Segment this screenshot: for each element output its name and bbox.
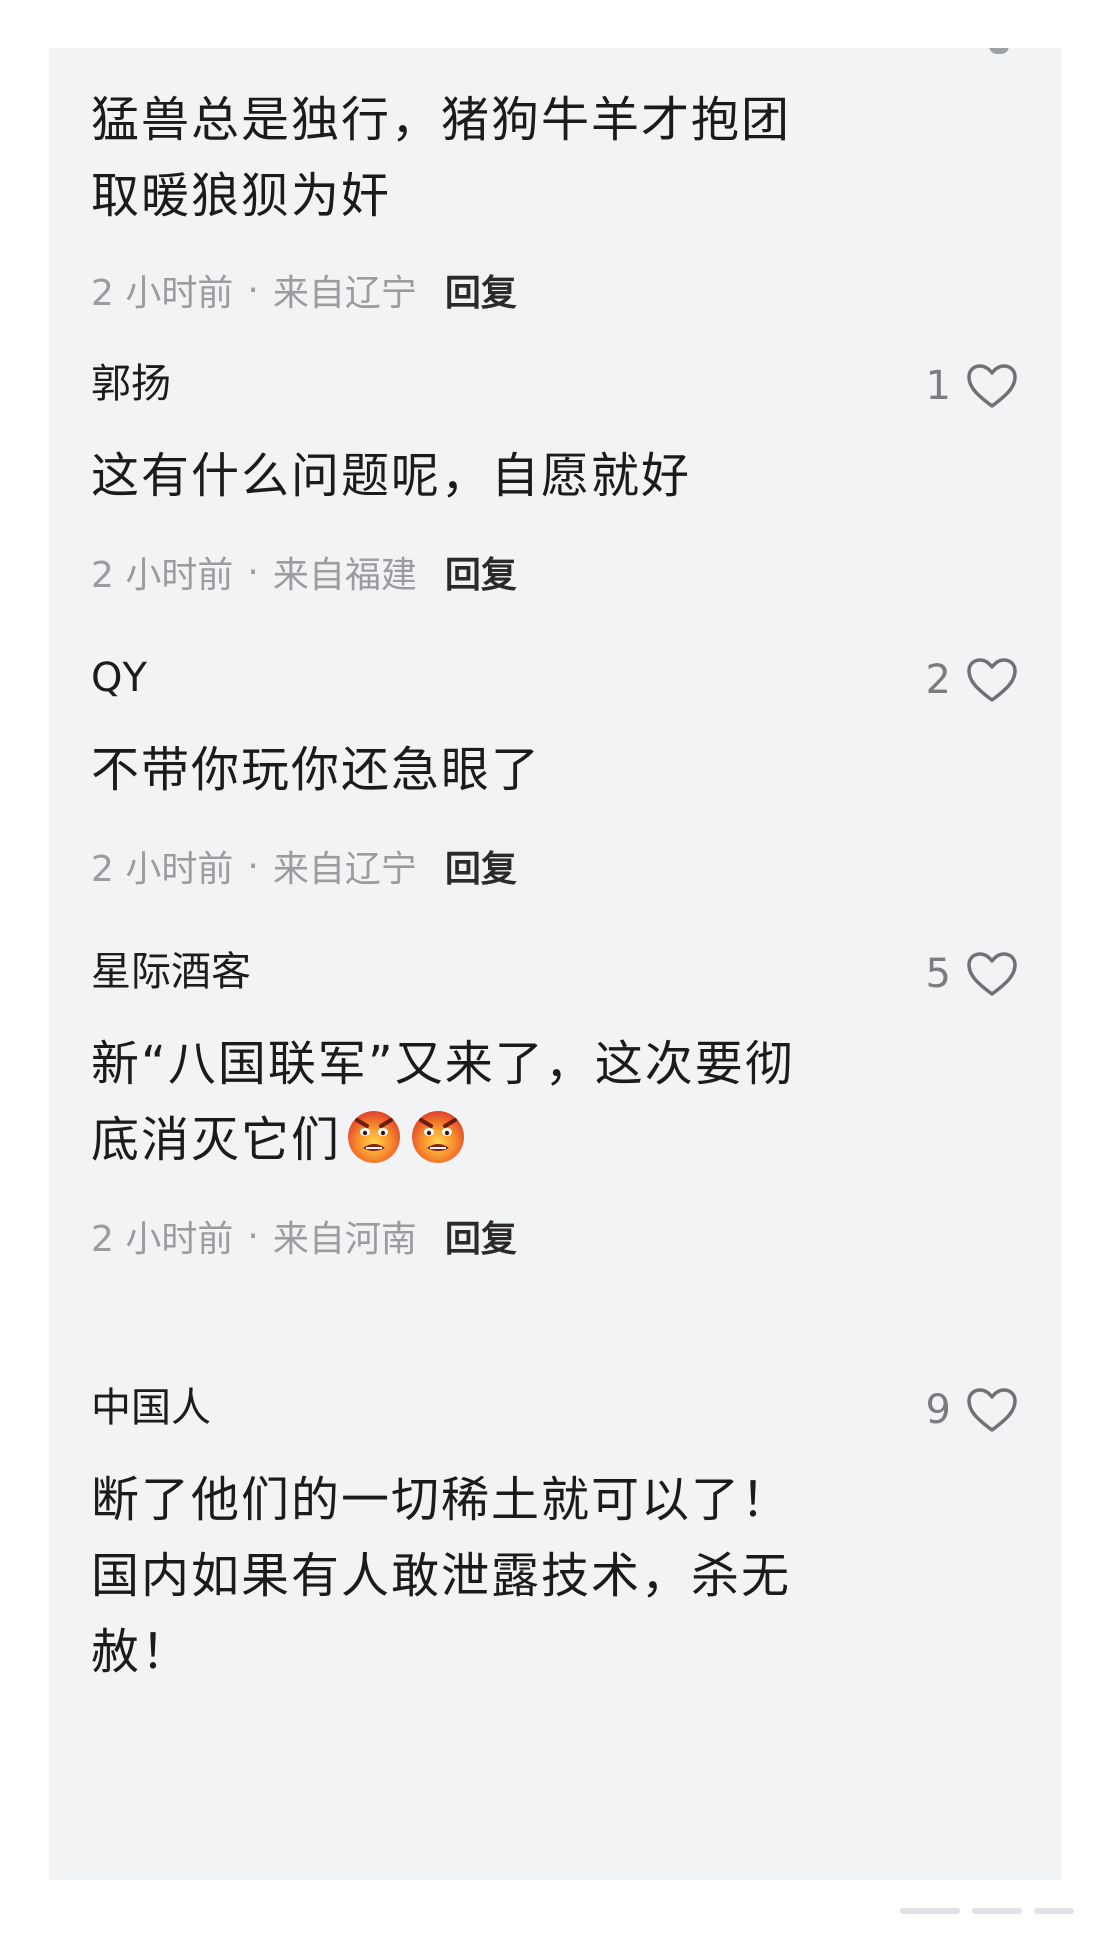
comment-time: 2 小时前 — [91, 849, 234, 890]
heart-icon[interactable] — [965, 656, 1019, 704]
meta-separator: · — [247, 1215, 259, 1257]
like-count: 2 — [925, 657, 951, 703]
comment-item: 猛兽总是独行，猪狗牛羊才抱团取暖狼狈为奸 2 小时前 · 来自辽宁 回复 — [91, 82, 1019, 316]
comment-meta: 2 小时前 · 来自辽宁 回复 — [91, 840, 1019, 892]
comment-meta: 2 小时前 · 来自福建 回复 — [91, 546, 1019, 598]
reply-button[interactable]: 回复 — [445, 264, 517, 316]
reply-button[interactable]: 回复 — [445, 840, 517, 892]
comment-item: 中国人 9 断了他们的一切稀土就可以了！国内如果有人敢泄露技术，杀无赦！ — [91, 1382, 1019, 1690]
like-count: 5 — [925, 951, 951, 997]
comment-time: 2 小时前 — [91, 555, 234, 596]
reply-button[interactable]: 回复 — [445, 1210, 517, 1262]
angry-face-icon — [348, 1111, 401, 1163]
angry-face-icon — [412, 1111, 465, 1163]
comment-meta: 2 小时前 · 来自辽宁 回复 — [91, 264, 1019, 316]
heart-icon[interactable] — [965, 1386, 1019, 1434]
comment-username[interactable]: 郭扬 — [91, 358, 1019, 410]
comment-content: 这有什么问题呢，自愿就好 — [91, 448, 692, 504]
comment-location: 来自河南 — [272, 1219, 417, 1260]
comment-list-panel: 猛兽总是独行，猪狗牛羊才抱团取暖狼狈为奸 2 小时前 · 来自辽宁 回复 郭扬 … — [49, 48, 1061, 1880]
comment-meta: 2 小时前 · 来自河南 回复 — [91, 1210, 1019, 1262]
like-count: 9 — [925, 1387, 951, 1433]
comment-username[interactable]: QY — [91, 652, 1019, 704]
comment-content: 断了他们的一切稀土就可以了！国内如果有人敢泄露技术，杀无赦！ — [91, 1472, 792, 1680]
like-button[interactable]: 1 — [926, 360, 1019, 412]
comment-item: 郭扬 1 这有什么问题呢，自愿就好 2 小时前 · 来自福建 回复 — [91, 358, 1019, 598]
meta-separator: · — [247, 269, 259, 311]
comment-location: 来自辽宁 — [272, 849, 417, 890]
comment-time: 2 小时前 — [91, 1219, 234, 1260]
like-count: 1 — [925, 363, 951, 409]
scroll-indicator-fragment — [989, 48, 1009, 54]
comment-item: 星际酒客 5 新“八国联军”又来了，这次要彻底消灭它们 2 小时前 · 来自河南… — [91, 946, 1019, 1262]
bottom-drag-handle — [900, 1902, 1090, 1920]
heart-icon[interactable] — [965, 950, 1019, 998]
heart-icon[interactable] — [965, 362, 1019, 410]
comment-content: 新“八国联军”又来了，这次要彻底消灭它们 — [91, 1026, 831, 1178]
comment-username[interactable]: 中国人 — [91, 1382, 1019, 1434]
meta-separator: · — [247, 551, 259, 593]
like-button[interactable]: 2 — [926, 654, 1019, 706]
comment-username[interactable]: 星际酒客 — [91, 946, 1019, 998]
comment-content: 不带你玩你还急眼了 — [91, 742, 542, 798]
like-button[interactable]: 5 — [926, 948, 1019, 1000]
comment-location: 来自辽宁 — [272, 273, 417, 314]
comment-content: 猛兽总是独行，猪狗牛羊才抱团取暖狼狈为奸 — [91, 92, 792, 224]
comment-item: QY 2 不带你玩你还急眼了 2 小时前 · 来自辽宁 回复 — [91, 652, 1019, 892]
comment-location: 来自福建 — [272, 555, 417, 596]
like-button[interactable]: 9 — [926, 1384, 1019, 1436]
meta-separator: · — [247, 845, 259, 887]
comment-time: 2 小时前 — [91, 273, 234, 314]
reply-button[interactable]: 回复 — [445, 546, 517, 598]
